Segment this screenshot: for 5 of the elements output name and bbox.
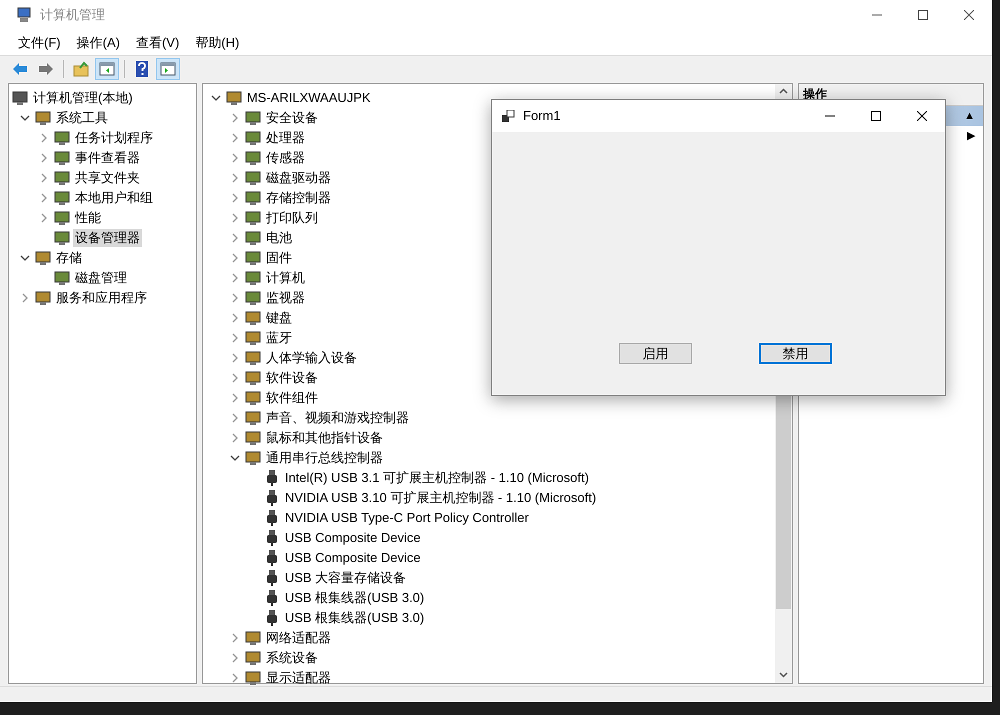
window-title: Form1 — [523, 107, 561, 126]
window-title: 计算机管理 — [40, 6, 105, 24]
pane-header: 操作 — [803, 87, 828, 101]
arrow-glyph: ▶ — [966, 128, 975, 144]
arrow-glyph: ▲ — [964, 108, 975, 124]
